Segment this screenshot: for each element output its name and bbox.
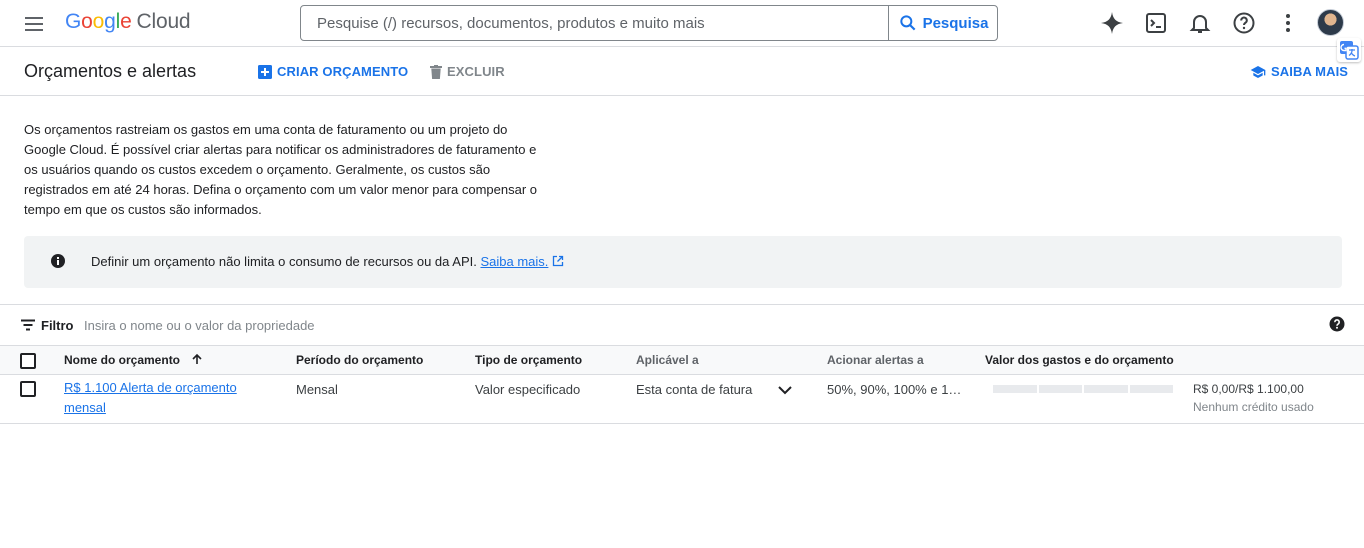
column-header-name-label: Nome do orçamento <box>64 353 181 367</box>
help-icon[interactable] <box>1232 11 1256 35</box>
notice-message: Definir um orçamento não limita o consum… <box>91 254 477 269</box>
arrow-up-icon <box>192 353 202 364</box>
notice-link-label: Saiba mais. <box>480 254 549 269</box>
learn-more-button[interactable]: SAIBA MAIS <box>1250 64 1348 79</box>
top-bar: GoogleCloud Pesquisa <box>0 0 1364 62</box>
select-all-checkbox[interactable] <box>20 353 36 369</box>
spend-progress-bar <box>993 385 1173 393</box>
table-row: R$ 1.100 Alerta de orçamento mensal Mens… <box>0 375 1364 424</box>
page-header: Orçamentos e alertas CRIAR ORÇAMENTO EXC… <box>0 47 1364 96</box>
budget-type: Valor especificado <box>475 382 581 397</box>
logo-letter: o <box>81 10 93 33</box>
delete-label: EXCLUIR <box>447 64 505 79</box>
column-header-alerts: Acionar alertas a <box>827 353 924 367</box>
create-budget-button[interactable]: CRIAR ORÇAMENTO <box>258 64 408 79</box>
filter-bar: Filtro <box>0 304 1364 346</box>
search-button-label: Pesquisa <box>922 14 989 32</box>
search-bar: Pesquisa <box>300 5 998 41</box>
school-icon <box>1250 65 1266 78</box>
delete-button[interactable]: EXCLUIR <box>430 64 505 79</box>
avatar[interactable] <box>1317 9 1344 36</box>
column-header-spend[interactable]: Valor dos gastos e do orçamento <box>985 353 1174 367</box>
progress-segment <box>993 385 1037 393</box>
budget-applies-to: Esta conta de fatura <box>636 382 753 397</box>
info-icon <box>51 254 65 268</box>
budget-name-line1: R$ 1.100 Alerta de orçamento <box>64 380 237 395</box>
column-header-name[interactable]: Nome do orçamento <box>64 353 203 367</box>
budget-period: Mensal <box>296 382 338 397</box>
google-cloud-logo[interactable]: Google Cloud <box>65 10 191 34</box>
add-box-icon <box>258 64 272 79</box>
search-button[interactable]: Pesquisa <box>888 6 997 40</box>
column-header-type[interactable]: Tipo de orçamento <box>475 353 582 367</box>
notice-learn-more-link[interactable]: Saiba mais. <box>480 254 548 269</box>
intro-text: Os orçamentos rastreiam os gastos em uma… <box>24 122 538 217</box>
progress-segment <box>1038 385 1082 393</box>
filter-input[interactable] <box>84 314 584 336</box>
notice-text: Definir um orçamento não limita o consum… <box>91 254 564 269</box>
row-checkbox[interactable] <box>20 381 36 397</box>
search-icon <box>899 15 915 31</box>
budget-alerts: 50%, 90%, 100% e 1… <box>827 382 962 397</box>
search-input[interactable] <box>301 6 888 40</box>
spend-amount: R$ 0,00/R$ 1.100,00 <box>1193 382 1304 396</box>
logo-letter: g <box>104 10 116 33</box>
bell-icon[interactable] <box>1188 11 1212 35</box>
progress-segment <box>1129 385 1173 393</box>
cloud-shell-icon[interactable] <box>1144 11 1168 35</box>
table-header: Nome do orçamento Período do orçamento T… <box>0 345 1364 375</box>
info-notice: Definir um orçamento não limita o consum… <box>24 236 1342 288</box>
column-header-period[interactable]: Período do orçamento <box>296 353 423 367</box>
page-title: Orçamentos e alertas <box>24 61 197 81</box>
progress-segment <box>1084 385 1128 393</box>
credit-status: Nenhum crédito usado <box>1193 400 1314 414</box>
logo-letter: e <box>120 10 132 33</box>
trash-icon <box>430 64 442 79</box>
filter-label: Filtro <box>41 318 74 333</box>
menu-icon[interactable] <box>22 12 46 36</box>
budget-name-line2: mensal <box>64 400 106 415</box>
column-header-applies-to: Aplicável a <box>636 353 699 367</box>
create-budget-label: CRIAR ORÇAMENTO <box>277 64 409 79</box>
logo-letter: G <box>65 10 82 33</box>
chevron-down-icon[interactable] <box>776 381 794 399</box>
external-link-icon <box>552 255 564 267</box>
budget-name-link[interactable]: R$ 1.100 Alerta de orçamento mensal <box>64 378 264 418</box>
filter-icon <box>21 319 35 331</box>
logo-letter: o <box>92 10 105 33</box>
gemini-sparkle-icon[interactable] <box>1100 11 1124 35</box>
more-vert-icon[interactable] <box>1276 11 1300 35</box>
logo-product: Cloud <box>136 10 191 33</box>
learn-more-label: SAIBA MAIS <box>1271 64 1349 79</box>
filter-help-icon[interactable] <box>1329 316 1345 332</box>
